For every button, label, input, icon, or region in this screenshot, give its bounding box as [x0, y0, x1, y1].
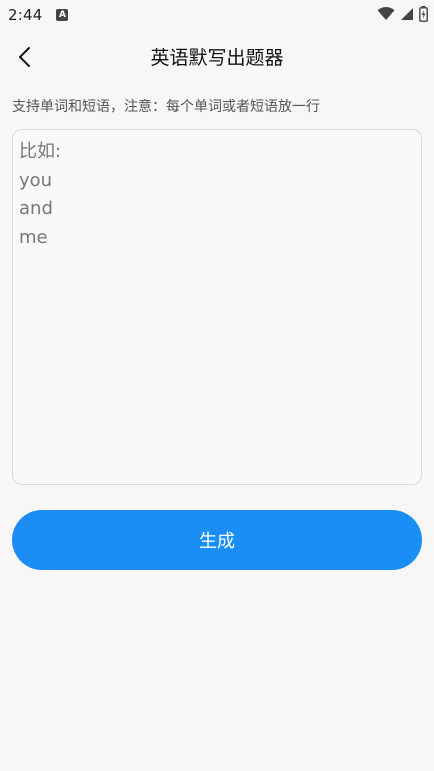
page-title: 英语默写出题器 — [150, 46, 284, 69]
status-icons — [377, 6, 428, 22]
chevron-left-icon — [19, 47, 30, 67]
battery-icon — [419, 6, 428, 22]
status-bar: 2:44 A — [0, 0, 434, 30]
status-time: 2:44 — [8, 6, 43, 24]
notification-a-icon: A — [56, 9, 69, 21]
back-button[interactable] — [10, 42, 40, 72]
word-list-container — [12, 129, 422, 485]
generate-button[interactable]: 生成 — [12, 510, 422, 570]
input-hint: 支持单词和短语，注意：每个单词或者短语放一行 — [12, 99, 320, 115]
nav-bar: 英语默写出题器 — [0, 30, 434, 82]
word-list-input[interactable] — [13, 130, 421, 484]
cell-signal-icon — [401, 8, 413, 20]
wifi-icon — [377, 7, 395, 20]
